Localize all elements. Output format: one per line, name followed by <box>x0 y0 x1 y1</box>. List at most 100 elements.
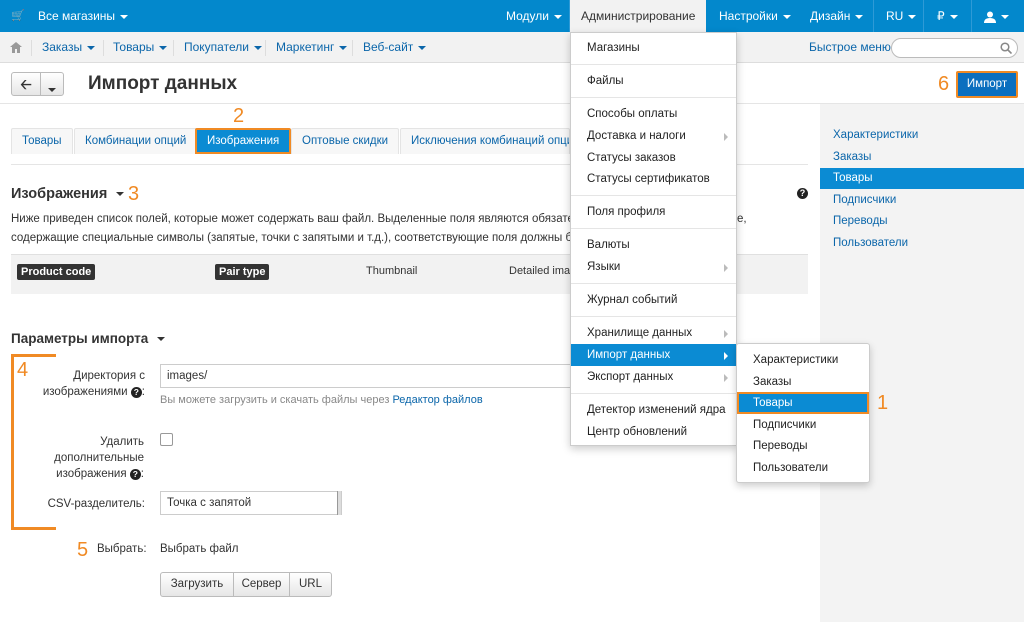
menu-item-import-data[interactable]: Импорт данных <box>571 344 736 366</box>
images-section-title[interactable]: Изображения <box>11 186 125 202</box>
user-menu[interactable] <box>984 0 1009 32</box>
directory-hint: Вы можете загрузить и скачать файлы чере… <box>160 394 483 406</box>
submenu-item-translations[interactable]: Переводы <box>737 435 869 457</box>
delete-images-checkbox[interactable] <box>160 433 173 446</box>
divider <box>971 0 972 32</box>
images-section-title-label: Изображения <box>11 186 108 202</box>
field-detailed-image: Detailed imag <box>509 265 577 277</box>
menu-item-export-data[interactable]: Экспорт данных <box>571 366 736 388</box>
import-button[interactable]: Импорт <box>956 71 1018 98</box>
upload-local-button[interactable]: Загрузить <box>160 572 234 597</box>
menu-item-data-storage[interactable]: Хранилище данных <box>571 322 736 344</box>
help-icon[interactable]: ? <box>797 188 808 199</box>
back-button[interactable]: 🡠 <box>11 72 41 96</box>
menu-item-import-data-label: Импорт данных <box>587 349 671 361</box>
quick-menu-link[interactable]: Быстрое меню <box>809 32 891 63</box>
chevron-down-icon <box>908 14 917 19</box>
chevron-down-icon <box>253 45 262 50</box>
csv-delimiter-value: Точка с запятой <box>167 497 252 509</box>
nav-customers[interactable]: Покупатели <box>184 32 262 63</box>
sidebar-item-translations[interactable]: Переводы <box>820 211 1024 232</box>
divider <box>873 0 874 32</box>
search-icon[interactable] <box>1000 42 1012 54</box>
nav-marketing[interactable]: Маркетинг <box>276 32 348 63</box>
store-selector[interactable]: Все магазины <box>38 0 129 32</box>
submenu-item-subscribers[interactable]: Подписчики <box>737 414 869 436</box>
menu-item-upgrade-center[interactable]: Центр обновлений <box>571 421 736 443</box>
submenu-item-features[interactable]: Характеристики <box>737 349 869 371</box>
tab-option-exceptions[interactable]: Исключения комбинаций опций <box>400 128 570 154</box>
field-thumbnail: Thumbnail <box>366 265 418 277</box>
search-input[interactable] <box>891 38 1018 58</box>
menu-item-languages[interactable]: Языки <box>571 256 736 278</box>
tab-option-combinations[interactable]: Комбинации опций <box>74 128 198 154</box>
nav-website-label: Веб-сайт <box>363 40 414 54</box>
divider <box>571 97 736 98</box>
nav-orders-label: Заказы <box>42 40 83 54</box>
nav-orders[interactable]: Заказы <box>42 32 96 63</box>
directory-input[interactable]: images/ <box>160 364 572 388</box>
menu-item-data-storage-label: Хранилище данных <box>587 327 693 339</box>
currency-selector[interactable]: ₽ <box>937 0 958 32</box>
menu-design[interactable]: Дизайн <box>810 0 864 32</box>
page-title: Импорт данных <box>88 73 238 94</box>
submenu-item-products[interactable]: Товары <box>737 392 869 414</box>
chevron-down-icon <box>157 337 166 342</box>
menu-item-stores[interactable]: Магазины <box>571 37 736 59</box>
sidebar-item-orders[interactable]: Заказы <box>820 147 1024 168</box>
chevron-down-icon <box>48 87 56 92</box>
menu-design-label: Дизайн <box>810 9 851 23</box>
chevron-right-icon <box>724 374 728 382</box>
import-params-title-label: Параметры импорта <box>11 331 149 346</box>
chevron-right-icon <box>724 352 728 360</box>
chevron-down-icon <box>949 14 958 19</box>
directory-hint-text: Вы можете загрузить и скачать файлы чере… <box>160 394 390 406</box>
menu-item-files[interactable]: Файлы <box>571 70 736 92</box>
tab-images[interactable]: Изображения <box>195 128 292 154</box>
file-editor-link[interactable]: Редактор файлов <box>392 394 482 406</box>
help-icon[interactable]: ? <box>129 469 141 480</box>
menu-item-order-statuses[interactable]: Статусы заказов <box>571 147 736 169</box>
tab-products[interactable]: Товары <box>11 128 73 154</box>
csv-delimiter-select[interactable]: Точка с запятой <box>160 491 342 515</box>
import-data-submenu: Характеристики Заказы Товары Подписчики … <box>736 343 870 483</box>
menu-modules[interactable]: Модули <box>506 0 562 32</box>
menu-item-languages-label: Языки <box>587 261 621 273</box>
sidebar-item-features[interactable]: Характеристики <box>820 125 1024 146</box>
upload-server-button[interactable]: Сервер <box>233 572 290 597</box>
sidebar-item-users[interactable]: Пользователи <box>820 233 1024 254</box>
currency-label: ₽ <box>937 9 945 23</box>
home-icon[interactable] <box>10 32 22 63</box>
administration-dropdown: Магазины Файлы Способы оплаты Доставка и… <box>570 32 737 446</box>
nav-products[interactable]: Товары <box>113 32 168 63</box>
cart-icon[interactable]: 🛒 <box>11 0 25 32</box>
menu-administration[interactable]: Администрирование <box>570 0 706 51</box>
menu-item-file-changes-detector[interactable]: Детектор изменений ядра <box>571 399 736 421</box>
menu-item-payment-methods[interactable]: Способы оплаты <box>571 103 736 125</box>
directory-label: Директория с изображениями ?: <box>42 370 145 398</box>
arrow-left-icon: 🡠 <box>20 76 32 92</box>
chevron-down-icon <box>87 45 96 50</box>
import-params-title[interactable]: Параметры импорта <box>11 331 166 346</box>
upload-url-button[interactable]: URL <box>289 572 332 597</box>
divider <box>265 40 266 56</box>
menu-item-event-log[interactable]: Журнал событий <box>571 289 736 311</box>
chevron-down-icon <box>553 14 562 19</box>
menu-item-profile-fields[interactable]: Поля профиля <box>571 201 736 223</box>
back-history-dropdown[interactable] <box>40 72 64 96</box>
nav-website[interactable]: Веб-сайт <box>363 32 427 63</box>
chevron-right-icon <box>724 264 728 272</box>
submenu-item-users[interactable]: Пользователи <box>737 457 869 479</box>
menu-item-certificate-statuses[interactable]: Статусы сертификатов <box>571 168 736 190</box>
sidebar-item-subscribers[interactable]: Подписчики <box>820 190 1024 211</box>
menu-item-shipping-taxes[interactable]: Доставка и налоги <box>571 125 736 147</box>
divider <box>571 316 736 317</box>
submenu-item-orders[interactable]: Заказы <box>737 371 869 393</box>
chevron-down-icon <box>855 14 864 19</box>
menu-settings[interactable]: Настройки <box>719 0 791 32</box>
sidebar-item-products[interactable]: Товары <box>820 168 1024 189</box>
help-icon[interactable]: ? <box>130 387 142 398</box>
tab-qty-discounts[interactable]: Оптовые скидки <box>291 128 400 154</box>
menu-item-currencies[interactable]: Валюты <box>571 234 736 256</box>
language-selector[interactable]: RU <box>886 0 917 32</box>
